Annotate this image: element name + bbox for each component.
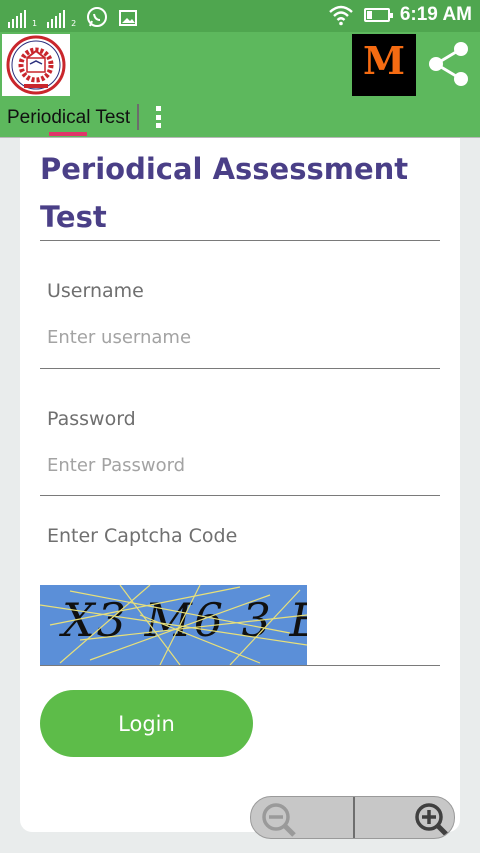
sim1-index: 1 xyxy=(32,19,38,28)
password-underline xyxy=(40,495,440,496)
status-right: 6:19 AM xyxy=(328,4,472,26)
tab-periodical-test[interactable]: Periodical Test xyxy=(0,100,137,136)
app-bar: M Periodical Test xyxy=(0,32,480,138)
status-left: 1 2 xyxy=(8,6,138,28)
zoom-controls xyxy=(250,796,455,839)
zoom-out-icon xyxy=(262,803,296,837)
zoom-in-button[interactable] xyxy=(355,797,454,838)
captcha-noise-lines xyxy=(40,585,307,665)
status-time: 6:19 AM xyxy=(399,4,472,25)
tab-label: Periodical Test xyxy=(7,107,131,128)
page-title: Periodical Assessment Test xyxy=(40,152,409,234)
password-input[interactable] xyxy=(40,445,440,485)
image-icon xyxy=(119,10,138,26)
username-underline xyxy=(40,368,440,369)
captcha-underline xyxy=(40,665,440,666)
status-bar: 1 2 6:19 AM xyxy=(0,0,480,32)
username-input[interactable] xyxy=(40,317,440,357)
password-label: Password xyxy=(47,408,136,430)
tab-indicator xyxy=(49,132,87,136)
college-logo-icon xyxy=(2,34,70,96)
signal-icon xyxy=(47,10,66,28)
title-divider xyxy=(40,240,440,241)
battery-icon xyxy=(363,8,393,22)
more-vert-icon[interactable] xyxy=(148,104,168,130)
app-icon[interactable]: M xyxy=(352,34,416,96)
username-label: Username xyxy=(47,280,144,302)
captcha-image: X3 M6 3 E xyxy=(40,585,307,665)
sim2-index: 2 xyxy=(71,19,77,28)
tab-divider xyxy=(137,104,139,130)
app-icon-letter: M xyxy=(362,38,406,83)
login-button[interactable]: Login xyxy=(40,690,253,757)
whatsapp-icon xyxy=(87,7,108,27)
captcha-label: Enter Captcha Code xyxy=(47,525,238,547)
share-icon[interactable] xyxy=(424,38,472,90)
zoom-out-button[interactable] xyxy=(251,797,353,838)
zoom-in-icon xyxy=(415,803,449,837)
wifi-icon xyxy=(329,5,353,26)
signal-icon xyxy=(8,10,26,28)
